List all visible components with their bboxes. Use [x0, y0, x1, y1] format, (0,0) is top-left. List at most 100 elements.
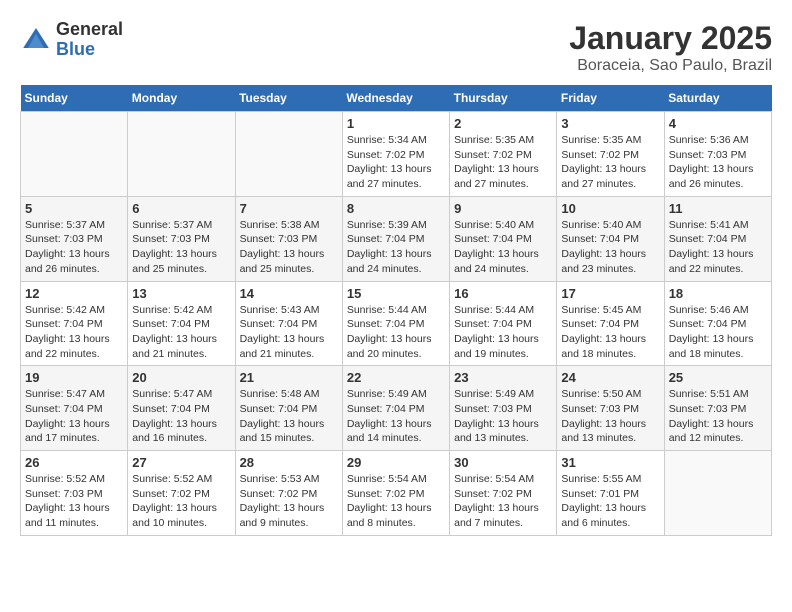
calendar-subtitle: Boraceia, Sao Paulo, Brazil	[569, 57, 772, 75]
day-info: Sunrise: 5:35 AMSunset: 7:02 PMDaylight:…	[454, 133, 552, 192]
weekday-header-wednesday: Wednesday	[342, 85, 449, 112]
calendar-cell: 8Sunrise: 5:39 AMSunset: 7:04 PMDaylight…	[342, 196, 449, 281]
calendar-cell: 18Sunrise: 5:46 AMSunset: 7:04 PMDayligh…	[664, 281, 771, 366]
calendar-cell: 25 Sunrise: 5:51 AMSunset: 7:03 PMDayligh…	[664, 366, 771, 451]
day-number: 30	[454, 455, 552, 470]
calendar-cell: 2 Sunrise: 5:35 AMSunset: 7:02 PMDaylight…	[450, 112, 557, 197]
weekday-row: SundayMondayTuesdayWednesdayThursdayFrid…	[21, 85, 772, 112]
page-header: General Blue January 2025 Boraceia, Sao …	[20, 20, 772, 75]
weekday-header-monday: Monday	[128, 85, 235, 112]
day-info: Sunrise: 5:40 AMSunset: 7:04 PMDaylight:…	[454, 218, 552, 277]
logo-icon	[20, 24, 52, 56]
day-info: Sunrise: 5:37 AMSunset: 7:03 PMDaylight:…	[25, 218, 123, 277]
day-number: 18	[669, 286, 767, 301]
day-info: Sunrise: 5:34 AMSunset: 7:02 PMDaylight:…	[347, 133, 445, 192]
calendar-week-1: 1 Sunrise: 5:34 AMSunset: 7:02 PMDaylight…	[21, 112, 772, 197]
day-info: Sunrise: 5:38 AMSunset: 7:03 PMDaylight:…	[240, 218, 338, 277]
day-number: 24	[561, 370, 659, 385]
calendar-cell: 29Sunrise: 5:54 AMSunset: 7:02 PMDayligh…	[342, 451, 449, 536]
day-info: Sunrise: 5:41 AMSunset: 7:04 PMDaylight:…	[669, 218, 767, 277]
calendar-cell: 14 Sunrise: 5:43 AMSunset: 7:04 PMDayligh…	[235, 281, 342, 366]
calendar-cell	[235, 112, 342, 197]
day-info: Sunrise: 5:48 AMSunset: 7:04 PMDaylight:…	[240, 387, 338, 446]
day-number: 16	[454, 286, 552, 301]
calendar-cell: 26 Sunrise: 5:52 AMSunset: 7:03 PMDayligh…	[21, 451, 128, 536]
calendar-cell: 1 Sunrise: 5:34 AMSunset: 7:02 PMDaylight…	[342, 112, 449, 197]
calendar-cell: 27 Sunrise: 5:52 AMSunset: 7:02 PMDayligh…	[128, 451, 235, 536]
logo-blue-text: Blue	[56, 40, 123, 60]
day-info: Sunrise: 5:52 AMSunset: 7:03 PMDaylight:…	[25, 472, 123, 531]
calendar-cell: 22Sunrise: 5:49 AMSunset: 7:04 PMDayligh…	[342, 366, 449, 451]
calendar-cell: 17Sunrise: 5:45 AMSunset: 7:04 PMDayligh…	[557, 281, 664, 366]
day-number: 2	[454, 116, 552, 131]
weekday-header-thursday: Thursday	[450, 85, 557, 112]
calendar-week-4: 19Sunrise: 5:47 AMSunset: 7:04 PMDayligh…	[21, 366, 772, 451]
calendar-title: January 2025	[569, 20, 772, 57]
day-number: 25	[669, 370, 767, 385]
calendar-cell: 30 Sunrise: 5:54 AMSunset: 7:02 PMDayligh…	[450, 451, 557, 536]
day-number: 1	[347, 116, 445, 131]
weekday-header-friday: Friday	[557, 85, 664, 112]
day-info: Sunrise: 5:50 AMSunset: 7:03 PMDaylight:…	[561, 387, 659, 446]
day-info: Sunrise: 5:54 AMSunset: 7:02 PMDaylight:…	[454, 472, 552, 531]
title-block: January 2025 Boraceia, Sao Paulo, Brazil	[569, 20, 772, 75]
calendar-week-5: 26 Sunrise: 5:52 AMSunset: 7:03 PMDayligh…	[21, 451, 772, 536]
day-info: Sunrise: 5:42 AMSunset: 7:04 PMDaylight:…	[25, 303, 123, 362]
day-info: Sunrise: 5:37 AMSunset: 7:03 PMDaylight:…	[132, 218, 230, 277]
calendar-cell	[21, 112, 128, 197]
calendar-cell: 20Sunrise: 5:47 AMSunset: 7:04 PMDayligh…	[128, 366, 235, 451]
day-info: Sunrise: 5:42 AMSunset: 7:04 PMDaylight:…	[132, 303, 230, 362]
calendar-cell: 4 Sunrise: 5:36 AMSunset: 7:03 PMDaylight…	[664, 112, 771, 197]
calendar-cell: 28Sunrise: 5:53 AMSunset: 7:02 PMDayligh…	[235, 451, 342, 536]
day-number: 13	[132, 286, 230, 301]
day-number: 29	[347, 455, 445, 470]
weekday-header-saturday: Saturday	[664, 85, 771, 112]
logo-text: General Blue	[56, 20, 123, 60]
calendar-cell: 7 Sunrise: 5:38 AMSunset: 7:03 PMDaylight…	[235, 196, 342, 281]
day-info: Sunrise: 5:49 AMSunset: 7:04 PMDaylight:…	[347, 387, 445, 446]
calendar-cell: 13 Sunrise: 5:42 AMSunset: 7:04 PMDayligh…	[128, 281, 235, 366]
day-info: Sunrise: 5:36 AMSunset: 7:03 PMDaylight:…	[669, 133, 767, 192]
calendar-body: 1 Sunrise: 5:34 AMSunset: 7:02 PMDaylight…	[21, 112, 772, 536]
day-info: Sunrise: 5:53 AMSunset: 7:02 PMDaylight:…	[240, 472, 338, 531]
calendar-cell: 3 Sunrise: 5:35 AMSunset: 7:02 PMDaylight…	[557, 112, 664, 197]
logo: General Blue	[20, 20, 123, 60]
calendar-cell: 10Sunrise: 5:40 AMSunset: 7:04 PMDayligh…	[557, 196, 664, 281]
logo-general-text: General	[56, 20, 123, 40]
day-info: Sunrise: 5:44 AMSunset: 7:04 PMDaylight:…	[454, 303, 552, 362]
calendar-cell: 15Sunrise: 5:44 AMSunset: 7:04 PMDayligh…	[342, 281, 449, 366]
day-info: Sunrise: 5:43 AMSunset: 7:04 PMDaylight:…	[240, 303, 338, 362]
calendar-cell: 23 Sunrise: 5:49 AMSunset: 7:03 PMDayligh…	[450, 366, 557, 451]
calendar-cell: 5 Sunrise: 5:37 AMSunset: 7:03 PMDaylight…	[21, 196, 128, 281]
calendar-cell: 24 Sunrise: 5:50 AMSunset: 7:03 PMDayligh…	[557, 366, 664, 451]
calendar-week-3: 12 Sunrise: 5:42 AMSunset: 7:04 PMDayligh…	[21, 281, 772, 366]
day-number: 15	[347, 286, 445, 301]
day-number: 7	[240, 201, 338, 216]
day-number: 14	[240, 286, 338, 301]
day-number: 9	[454, 201, 552, 216]
day-info: Sunrise: 5:49 AMSunset: 7:03 PMDaylight:…	[454, 387, 552, 446]
day-info: Sunrise: 5:35 AMSunset: 7:02 PMDaylight:…	[561, 133, 659, 192]
calendar-cell: 31Sunrise: 5:55 AMSunset: 7:01 PMDayligh…	[557, 451, 664, 536]
calendar-cell: 21Sunrise: 5:48 AMSunset: 7:04 PMDayligh…	[235, 366, 342, 451]
day-info: Sunrise: 5:39 AMSunset: 7:04 PMDaylight:…	[347, 218, 445, 277]
day-info: Sunrise: 5:51 AMSunset: 7:03 PMDaylight:…	[669, 387, 767, 446]
day-info: Sunrise: 5:47 AMSunset: 7:04 PMDaylight:…	[25, 387, 123, 446]
day-number: 6	[132, 201, 230, 216]
day-number: 26	[25, 455, 123, 470]
calendar-cell: 19Sunrise: 5:47 AMSunset: 7:04 PMDayligh…	[21, 366, 128, 451]
day-number: 4	[669, 116, 767, 131]
day-info: Sunrise: 5:52 AMSunset: 7:02 PMDaylight:…	[132, 472, 230, 531]
day-number: 12	[25, 286, 123, 301]
day-number: 3	[561, 116, 659, 131]
calendar-header: SundayMondayTuesdayWednesdayThursdayFrid…	[21, 85, 772, 112]
day-number: 23	[454, 370, 552, 385]
day-number: 27	[132, 455, 230, 470]
day-info: Sunrise: 5:55 AMSunset: 7:01 PMDaylight:…	[561, 472, 659, 531]
calendar-cell: 9 Sunrise: 5:40 AMSunset: 7:04 PMDaylight…	[450, 196, 557, 281]
calendar-cell: 16 Sunrise: 5:44 AMSunset: 7:04 PMDayligh…	[450, 281, 557, 366]
day-number: 5	[25, 201, 123, 216]
weekday-header-sunday: Sunday	[21, 85, 128, 112]
day-number: 10	[561, 201, 659, 216]
calendar-cell: 6 Sunrise: 5:37 AMSunset: 7:03 PMDaylight…	[128, 196, 235, 281]
